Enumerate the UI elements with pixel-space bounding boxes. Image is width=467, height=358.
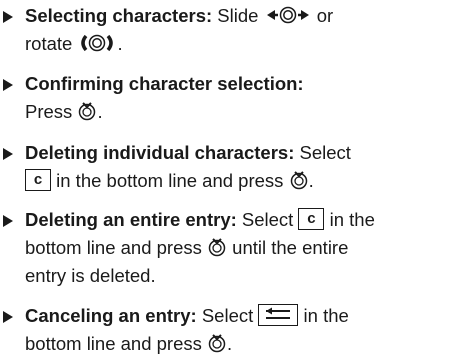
controller-slide-left-right-icon xyxy=(266,6,309,24)
bullet-arrow-icon xyxy=(3,311,13,323)
controller-press-icon xyxy=(290,171,307,190)
back-arrow-key-icon xyxy=(258,304,299,327)
instruction-text: Confirming character selection: Press . xyxy=(25,73,304,122)
controller-press-icon xyxy=(208,334,226,353)
controller-press-icon xyxy=(208,238,226,257)
controller-rotate-icon xyxy=(81,34,114,52)
bullet-arrow-icon xyxy=(3,215,13,227)
bullet-arrow-icon xyxy=(3,79,13,91)
instruction-label: Canceling an entry: xyxy=(25,305,197,326)
instruction-text: Deleting individual characters: Select c … xyxy=(25,142,351,192)
delete-c-key: c xyxy=(298,208,325,231)
controller-press-icon xyxy=(79,102,96,121)
instruction-selecting-characters: Selecting characters: Slide or rotate . xyxy=(3,2,463,58)
instruction-page: Selecting characters: Slide or rotate . C… xyxy=(0,0,467,358)
instruction-label: Confirming character selection: xyxy=(25,73,304,94)
instruction-label: Deleting an entire entry: xyxy=(25,209,237,230)
instruction-deleting-characters: Deleting individual characters: Select c … xyxy=(3,139,463,195)
instruction-confirming-selection: Confirming character selection: Press . xyxy=(3,70,463,126)
instruction-text: Deleting an entire entry: Select c in th… xyxy=(25,208,375,286)
delete-c-key: c xyxy=(25,169,51,192)
instruction-canceling-entry: Canceling an entry: Select in the bottom … xyxy=(3,302,463,358)
instruction-text: Selecting characters: Slide or rotate . xyxy=(25,5,334,54)
instruction-deleting-entire-entry: Deleting an entire entry: Select c in th… xyxy=(3,206,463,290)
bullet-arrow-icon xyxy=(3,11,13,23)
instruction-text: Canceling an entry: Select in the bottom … xyxy=(25,304,349,354)
instruction-label: Deleting individual characters: xyxy=(25,142,295,163)
bullet-arrow-icon xyxy=(3,148,13,160)
instruction-label: Selecting characters: xyxy=(25,5,213,26)
